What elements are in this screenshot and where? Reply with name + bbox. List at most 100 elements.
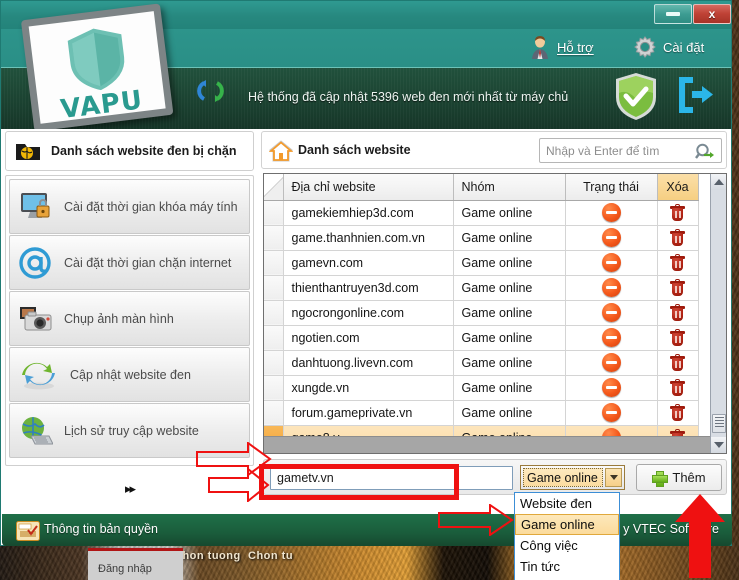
cell-group: Game online	[453, 375, 566, 401]
group-select-toggle[interactable]	[605, 468, 622, 487]
cell-delete[interactable]	[657, 400, 699, 426]
dropdown-option-cong-viec[interactable]: Công việc	[515, 535, 619, 556]
scrollbar-thumb[interactable]	[712, 414, 726, 433]
table-row[interactable]: thienthantruyen3d.com Game online	[264, 275, 699, 301]
cell-status	[565, 300, 658, 326]
shield-logo-icon	[62, 23, 132, 96]
table-header-row: Địa chỉ website Nhóm Trạng thái Xóa	[264, 174, 699, 201]
dropdown-option-tin-tuc[interactable]: Tin tức	[515, 556, 619, 577]
sidebar-item-update-blacklist[interactable]: Cập nhật website đen	[9, 347, 250, 402]
group-select[interactable]: Game online	[520, 465, 625, 490]
sidebar-expand-button[interactable]: ▸▸	[5, 469, 254, 509]
cell-delete[interactable]	[657, 250, 699, 276]
row-selector[interactable]	[264, 400, 284, 426]
copyright-label[interactable]: Thông tin bản quyền	[44, 522, 158, 536]
support-link[interactable]: Hỗ trợ	[529, 35, 594, 59]
new-address-input[interactable]	[271, 467, 512, 489]
row-selector[interactable]	[264, 350, 284, 376]
dropdown-option-website-den[interactable]: Website đen	[515, 493, 619, 514]
footer-bar: Thông tin bản quyền y VTEC Software	[2, 514, 732, 546]
row-selector[interactable]	[264, 375, 284, 401]
sidebar-item-block-internet-time[interactable]: Cài đặt thời gian chặn internet	[9, 235, 250, 290]
scroll-down-button[interactable]	[711, 437, 726, 453]
table-row[interactable]: game.thanhnien.com.vn Game online	[264, 225, 699, 251]
blocked-status-icon	[601, 278, 621, 297]
cell-delete[interactable]	[657, 200, 699, 226]
col-delete[interactable]: Xóa	[657, 174, 699, 201]
home-icon	[269, 139, 293, 163]
cell-group: Game online	[453, 275, 566, 301]
shield-check-icon	[613, 71, 659, 121]
cell-delete[interactable]	[657, 375, 699, 401]
dropdown-option-game-online[interactable]: Game online	[515, 514, 619, 535]
add-website-bar: Game online Thêm	[263, 459, 727, 495]
scroll-up-button[interactable]	[711, 174, 726, 190]
trash-icon[interactable]	[670, 203, 685, 221]
plus-icon	[652, 470, 669, 487]
gear-icon	[633, 35, 657, 59]
at-sign-icon	[19, 246, 53, 279]
cell-delete[interactable]	[657, 350, 699, 376]
new-address-field[interactable]	[270, 466, 513, 490]
settings-label: Cài đặt	[663, 39, 705, 55]
monitor-lock-icon	[19, 191, 53, 223]
sidebar-header-label: Danh sách website đen bị chặn	[51, 144, 237, 158]
search-input[interactable]	[546, 142, 686, 160]
trash-icon[interactable]	[670, 303, 685, 321]
support-label: Hỗ trợ	[557, 39, 594, 55]
sidebar-item-label: Lịch sử truy cập website	[64, 423, 199, 438]
settings-link[interactable]: Cài đặt	[633, 35, 704, 59]
logout-icon[interactable]	[675, 73, 715, 117]
search-magnifier-icon[interactable]	[695, 143, 715, 161]
taskbar-item-login[interactable]: Đăng nhập	[88, 548, 183, 580]
sidebar-item-label: Cập nhật website đen	[70, 367, 191, 382]
cell-address: game.thanhnien.com.vn	[283, 225, 454, 251]
trash-icon[interactable]	[670, 328, 685, 346]
group-dropdown-list[interactable]: Website đen Game online Công việc Tin tứ…	[514, 492, 620, 580]
table-row[interactable]: ngocrongonline.com Game online	[264, 300, 699, 326]
application-window: x Hỗ trợ Cài đặt Hệ thống đã cập nhật 53…	[0, 0, 732, 546]
table-row[interactable]: forum.gameprivate.vn Game online	[264, 400, 699, 426]
minimize-button[interactable]	[654, 4, 692, 24]
table-row[interactable]: gamevn.com Game online	[264, 250, 699, 276]
certificate-icon	[16, 521, 40, 541]
table-header: Địa chỉ website Nhóm Trạng thái Xóa	[264, 174, 699, 201]
table-row[interactable]: xungde.vn Game online	[264, 375, 699, 401]
blocked-status-icon	[601, 203, 621, 222]
cell-status	[565, 400, 658, 426]
table-row[interactable]: gamekiemhiep3d.com Game online	[264, 200, 699, 226]
col-address[interactable]: Địa chỉ website	[283, 174, 454, 201]
table-vertical-scrollbar[interactable]	[710, 174, 726, 453]
sidebar-item-browsing-history[interactable]: Lịch sử truy cập website	[9, 403, 250, 458]
trash-icon[interactable]	[670, 228, 685, 246]
row-selector[interactable]	[264, 325, 284, 351]
row-selector[interactable]	[264, 250, 284, 276]
row-selector[interactable]	[264, 225, 284, 251]
col-status[interactable]: Trạng thái	[565, 174, 658, 201]
cell-group: Game online	[453, 350, 566, 376]
row-selector[interactable]	[264, 200, 284, 226]
trash-icon[interactable]	[670, 253, 685, 271]
table-row[interactable]: ngotien.com Game online	[264, 325, 699, 351]
cell-status	[565, 250, 658, 276]
col-select-all[interactable]	[264, 174, 284, 201]
col-group[interactable]: Nhóm	[453, 174, 566, 201]
trash-icon[interactable]	[670, 378, 685, 396]
cell-delete[interactable]	[657, 275, 699, 301]
search-box[interactable]	[539, 138, 722, 163]
sidebar-item-lock-computer-time[interactable]: Cài đặt thời gian khóa máy tính	[9, 179, 250, 234]
close-button[interactable]: x	[693, 4, 731, 24]
row-selector[interactable]	[264, 300, 284, 326]
cell-delete[interactable]	[657, 300, 699, 326]
table-row[interactable]: danhtuong.livevn.com Game online	[264, 350, 699, 376]
cell-delete[interactable]	[657, 325, 699, 351]
trash-icon[interactable]	[670, 353, 685, 371]
trash-icon[interactable]	[670, 403, 685, 421]
update-globe-icon	[19, 359, 59, 391]
main-panel-header: Danh sách website	[261, 131, 727, 169]
sidebar-item-screenshot[interactable]: Chụp ảnh màn hình	[9, 291, 250, 346]
trash-icon[interactable]	[670, 278, 685, 296]
cell-delete[interactable]	[657, 225, 699, 251]
add-button[interactable]: Thêm	[636, 464, 722, 491]
row-selector[interactable]	[264, 275, 284, 301]
